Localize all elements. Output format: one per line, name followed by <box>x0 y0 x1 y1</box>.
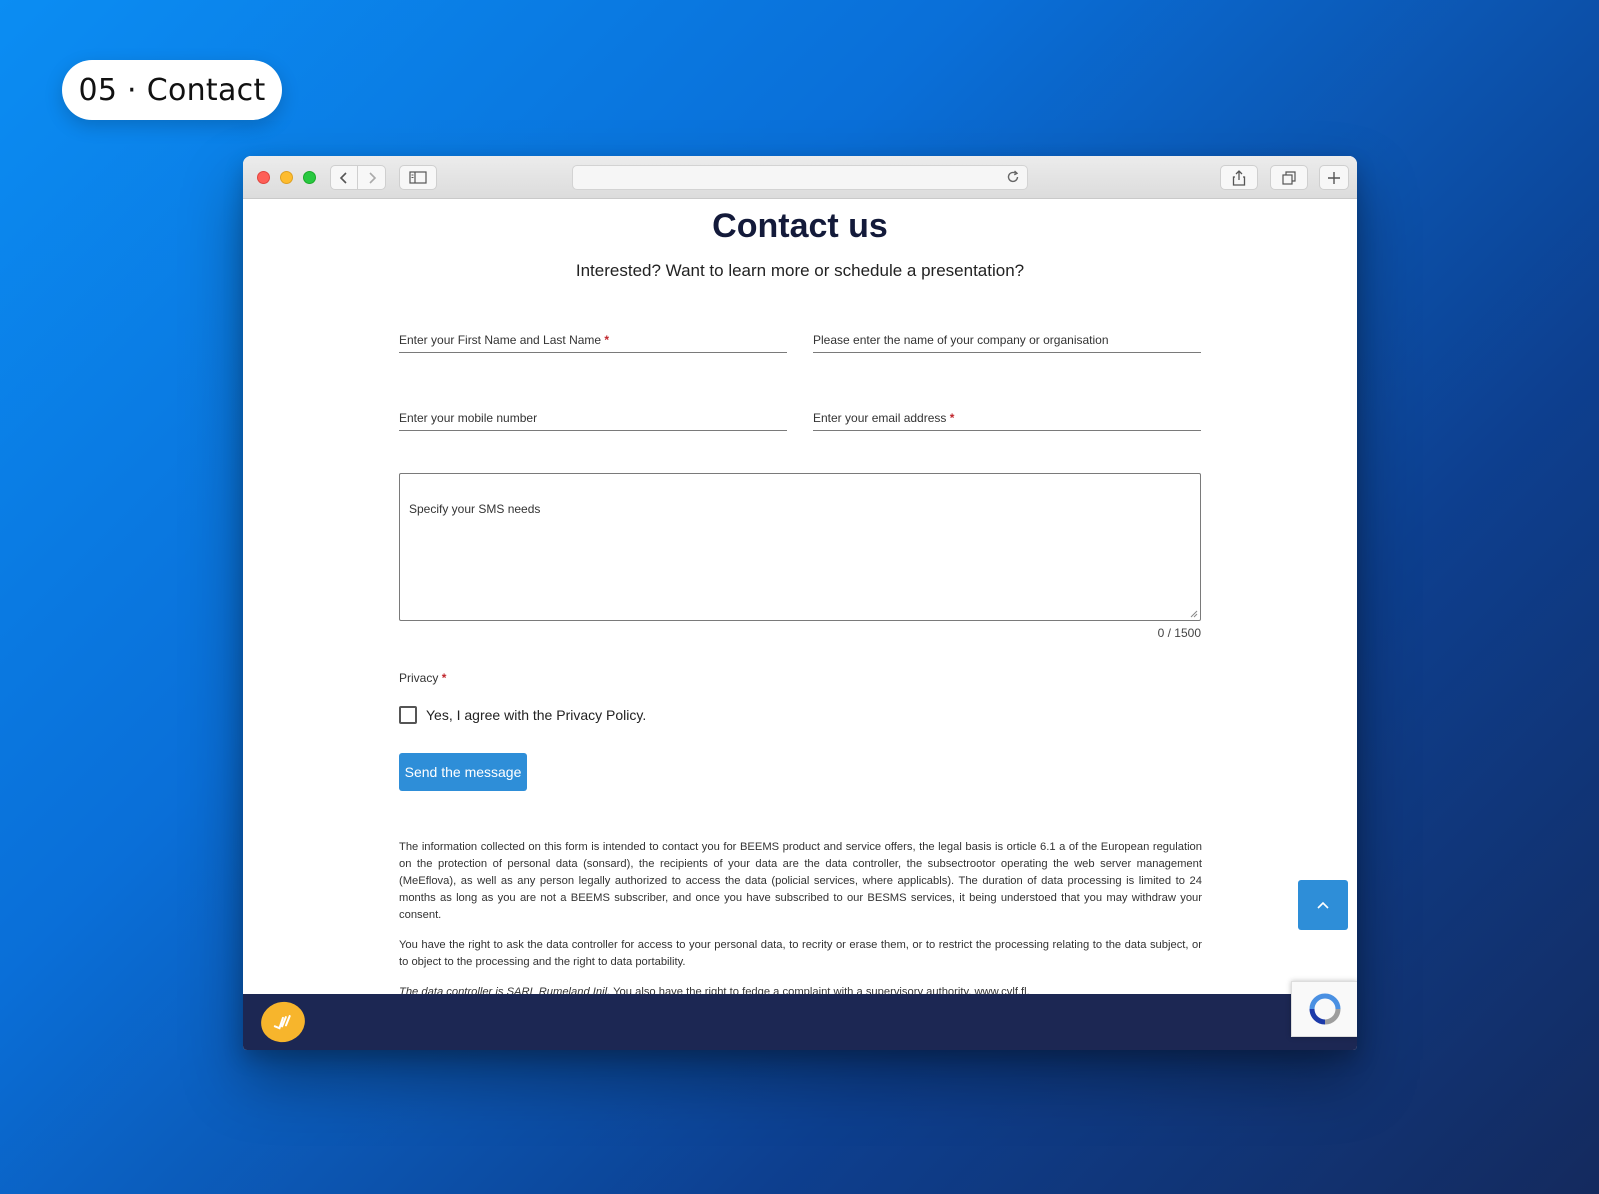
close-window-button[interactable] <box>257 171 270 184</box>
full-name-field[interactable]: Enter your First Name and Last Name * <box>399 323 787 353</box>
legal-notice: The information collected on this form i… <box>399 839 1202 1000</box>
maximize-window-button[interactable] <box>303 171 316 184</box>
page-title: Contact us <box>712 207 888 245</box>
legal-paragraph: The information collected on this form i… <box>399 841 1202 921</box>
share-button[interactable] <box>1220 165 1258 190</box>
sms-needs-placeholder: Specify your SMS needs <box>409 502 541 516</box>
resize-grip-icon[interactable] <box>1189 609 1198 618</box>
required-marker: * <box>441 671 447 685</box>
share-icon <box>1232 169 1246 186</box>
plus-icon <box>1328 171 1340 184</box>
legal-paragraph: You have the right to ask the data contr… <box>399 939 1202 968</box>
section-badge-label: 05 · Contact <box>78 72 266 108</box>
scroll-to-top-button[interactable] <box>1298 880 1348 930</box>
address-bar[interactable] <box>572 165 1028 190</box>
sidebar-toggle-button[interactable] <box>399 165 437 190</box>
tabs-overview-button[interactable] <box>1270 165 1308 190</box>
forward-button[interactable] <box>358 165 386 190</box>
mobile-number-label: Enter your mobile number <box>399 411 538 425</box>
email-label: Enter your email address * <box>813 411 955 425</box>
chevron-up-icon <box>1317 901 1329 909</box>
minimize-window-button[interactable] <box>280 171 293 184</box>
browser-window: Contact us Interested? Want to learn mor… <box>243 156 1357 1050</box>
privacy-checkbox-label[interactable]: Yes, I agree with the Privacy Policy. <box>426 707 646 723</box>
send-message-button[interactable]: Send the message <box>399 753 527 791</box>
reload-icon[interactable] <box>1005 169 1021 185</box>
back-button[interactable] <box>330 165 358 190</box>
mobile-number-field[interactable]: Enter your mobile number <box>399 401 787 431</box>
browser-toolbar <box>243 156 1357 199</box>
chevron-left-icon <box>339 171 347 184</box>
new-tab-button[interactable] <box>1319 165 1349 190</box>
company-field[interactable]: Please enter the name of your company or… <box>813 323 1201 353</box>
contact-page: Contact us Interested? Want to learn mor… <box>243 199 1357 1000</box>
page-subtitle: Interested? Want to learn more or schedu… <box>575 261 1025 280</box>
required-marker: * <box>949 411 955 425</box>
full-name-label: Enter your First Name and Last Name * <box>399 333 610 347</box>
recaptcha-icon <box>1309 993 1340 1025</box>
privacy-checkbox[interactable] <box>399 706 417 724</box>
tabs-icon <box>1282 170 1296 185</box>
privacy-label: Privacy * <box>399 671 447 685</box>
recaptcha-badge[interactable] <box>1291 981 1357 1037</box>
company-label: Please enter the name of your company or… <box>813 333 1109 347</box>
chevron-right-icon <box>368 171 376 184</box>
character-counter: 0 / 1500 <box>1157 626 1201 640</box>
required-marker: * <box>604 333 610 347</box>
sidebar-icon <box>409 171 427 184</box>
email-field[interactable]: Enter your email address * <box>813 401 1201 431</box>
logo-icon[interactable] <box>256 996 310 1048</box>
sms-needs-textarea[interactable]: Specify your SMS needs <box>399 473 1201 621</box>
section-badge: 05 · Contact <box>62 60 282 120</box>
site-footer <box>243 994 1357 1050</box>
nav-buttons <box>330 165 386 190</box>
